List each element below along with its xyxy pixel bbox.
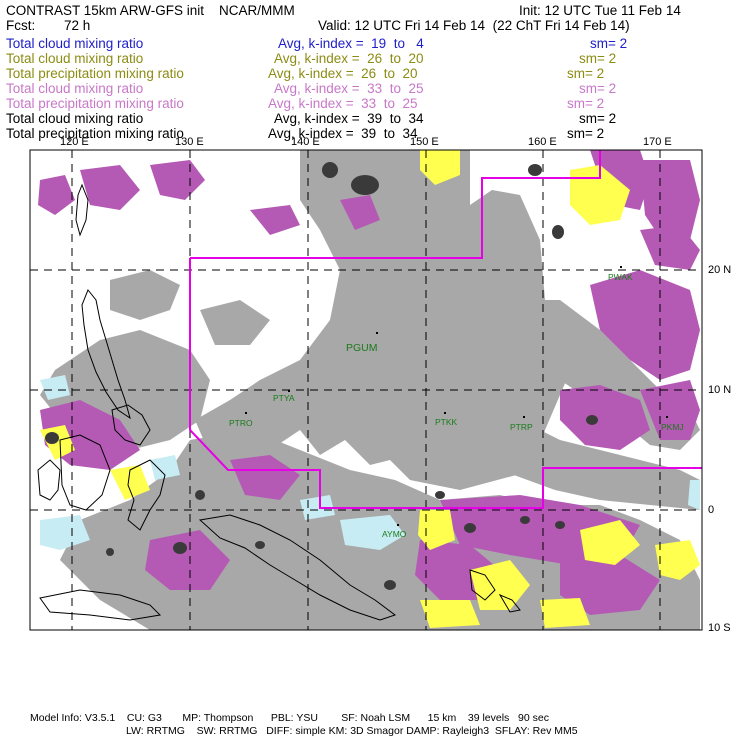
station-label: PTYA	[273, 393, 295, 403]
map-canvas	[29, 149, 703, 631]
station-label: PKMJ	[661, 422, 684, 432]
lat-label: 10 N	[708, 384, 732, 396]
station-label: PTRO	[229, 418, 253, 428]
footer-model-physics: LW: RRTMG SW: RRTMG DIFF: simple KM: 3D …	[126, 725, 578, 737]
lat-label: 0	[708, 504, 715, 516]
station-label: PWAK	[608, 272, 633, 282]
station-label: PTKK	[435, 417, 458, 427]
lat-label: 20 N	[708, 264, 732, 276]
station-label: PTRP	[510, 422, 533, 432]
station-label: AYMO	[382, 529, 407, 539]
station-label: PGUM	[346, 342, 378, 354]
lat-label: 10 S	[708, 622, 731, 634]
footer-model-info: Model Info: V3.5.1 CU: G3 MP: Thompson P…	[30, 712, 549, 724]
